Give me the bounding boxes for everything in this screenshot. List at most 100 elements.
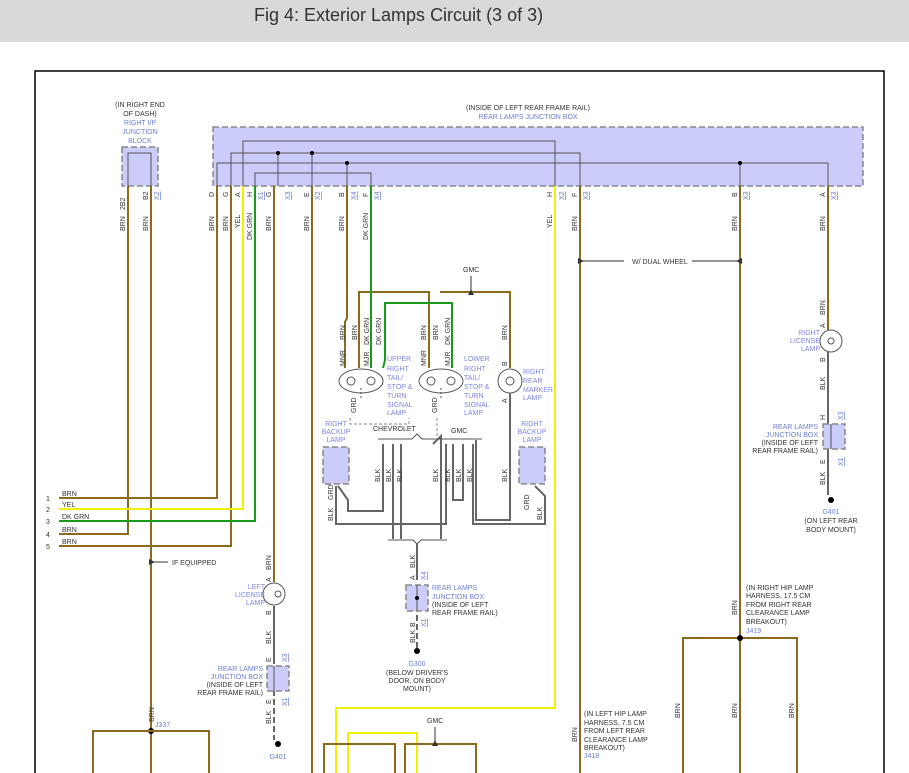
svg-text:REAR LAMPS: REAR LAMPS <box>773 424 818 431</box>
svg-text:BRN: BRN <box>223 216 230 231</box>
svg-text:BRN: BRN <box>352 325 359 340</box>
right-license-lamp: BRN A RIGHT LICENSE LAMP B BLK H X3 REAR… <box>752 300 857 534</box>
splice-j419: (IN RIGHT HIP LAMP HARNESS, 17.5 CM FROM… <box>675 585 814 718</box>
svg-text:(ON LEFT REAR: (ON LEFT REAR <box>804 518 857 525</box>
if-equipped-note: IF EQUIPPED <box>172 560 216 567</box>
gmc-label-bottom: GMC <box>427 718 443 725</box>
svg-text:E: E <box>304 192 311 197</box>
svg-text:MJR: MJR <box>445 352 452 366</box>
svg-text:BRN: BRN <box>732 216 739 231</box>
svg-text:GRD: GRD <box>328 484 335 500</box>
wire-label: BRN <box>149 707 156 722</box>
gmc-label: GMC <box>463 267 479 274</box>
svg-text:RIGHT: RIGHT <box>798 330 821 337</box>
splice-j418: (IN LEFT HIP LAMP HARNESS, 7.5 CM FROM L… <box>572 711 648 760</box>
svg-text:D: D <box>209 192 216 197</box>
svg-text:REAR FRAME RAIL): REAR FRAME RAIL) <box>197 690 263 697</box>
svg-text:X3: X3 <box>282 653 289 662</box>
svg-text:BLK: BLK <box>820 471 827 485</box>
svg-text:X1: X1 <box>838 457 845 466</box>
svg-text:X3: X3 <box>831 191 838 200</box>
svg-text:BLK: BLK <box>445 468 452 482</box>
svg-text:REAR LAMPS JUNCTION BOX: REAR LAMPS JUNCTION BOX <box>478 114 578 121</box>
svg-text:H: H <box>247 192 254 197</box>
svg-text:(INSIDE OF LEFT: (INSIDE OF LEFT <box>207 682 264 689</box>
svg-text:TAIL/: TAIL/ <box>464 375 480 382</box>
svg-text:E: E <box>820 459 827 464</box>
wiring-diagram: (IN RIGHT END OF DASH) RIGHT I/P JUNCTIO… <box>34 70 885 773</box>
wire-4 <box>59 186 129 535</box>
svg-text:REAR: REAR <box>523 378 542 385</box>
svg-text:OF DASH): OF DASH) <box>123 111 156 118</box>
svg-text:DK GRN: DK GRN <box>376 318 383 345</box>
svg-text:REAR LAMPS: REAR LAMPS <box>218 666 263 673</box>
svg-text:BLK: BLK <box>537 506 544 520</box>
svg-text:X1: X1 <box>258 191 265 200</box>
right-rear-marker-lamp: RIGHT REAR MARKER LAMP <box>475 368 553 521</box>
svg-text:BRN: BRN <box>820 216 827 231</box>
center-junction-ground-g300: BLK A X4 B X1 BLK REAR LAMPS JUNCTION BO… <box>386 544 498 693</box>
svg-text:BRN: BRN <box>62 491 77 498</box>
svg-text:REAR FRAME RAIL): REAR FRAME RAIL) <box>432 610 498 617</box>
svg-text:DK GRN: DK GRN <box>247 213 254 240</box>
svg-text:2: 2 <box>46 507 50 514</box>
svg-text:RIGHT: RIGHT <box>387 366 410 373</box>
svg-text:(INSIDE OF LEFT: (INSIDE OF LEFT <box>432 602 489 609</box>
svg-text:FROM RIGHT REAR: FROM RIGHT REAR <box>746 602 812 609</box>
svg-text:LICENSE: LICENSE <box>235 592 265 599</box>
wire-5 <box>59 186 232 547</box>
svg-text:DOOR, ON BODY: DOOR, ON BODY <box>388 678 446 685</box>
svg-text:RIGHT: RIGHT <box>325 421 348 428</box>
svg-text:BLK: BLK <box>456 468 463 482</box>
svg-text:BRN: BRN <box>572 216 579 231</box>
left-license-lamp: BRN A LEFT LICENSE LAMP B BLK E X3 REAR … <box>197 555 290 761</box>
svg-text:CLEARANCE LAMP: CLEARANCE LAMP <box>584 737 648 744</box>
svg-text:X1: X1 <box>421 618 428 627</box>
svg-text:JUNCTION BOX: JUNCTION BOX <box>766 432 818 439</box>
chevrolet-label: CHEVROLET <box>373 426 417 433</box>
svg-text:RIGHT: RIGHT <box>521 421 544 428</box>
svg-text:LOWER: LOWER <box>464 356 490 363</box>
wire-color-labels: BRN BRN BRN BRN YEL DK GRN BRN BRN BRN D… <box>120 213 827 240</box>
gmc-label: GMC <box>451 428 467 435</box>
svg-text:LAMP: LAMP <box>246 600 265 607</box>
svg-text:(IN LEFT HIP LAMP: (IN LEFT HIP LAMP <box>584 711 647 718</box>
svg-text:STOP &: STOP & <box>387 384 413 391</box>
svg-text:BRN: BRN <box>732 703 739 718</box>
svg-text:H: H <box>547 192 554 197</box>
svg-text:(IN RIGHT HIP LAMP: (IN RIGHT HIP LAMP <box>746 585 814 592</box>
svg-text:LAMP: LAMP <box>464 410 483 417</box>
svg-text:BRN: BRN <box>675 703 682 718</box>
svg-text:X1: X1 <box>282 697 289 706</box>
svg-text:BRN: BRN <box>433 325 440 340</box>
svg-text:BLK: BLK <box>820 376 827 390</box>
svg-text:X2: X2 <box>154 191 161 200</box>
svg-text:TAIL/: TAIL/ <box>387 375 403 382</box>
svg-text:YEL: YEL <box>235 215 242 228</box>
svg-text:B: B <box>410 622 417 627</box>
svg-text:BRN: BRN <box>339 216 346 231</box>
svg-text:BLK: BLK <box>410 554 417 568</box>
svg-text:JUNCTION: JUNCTION <box>122 129 157 136</box>
right-ip-junction-block: (IN RIGHT END OF DASH) RIGHT I/P JUNCTIO… <box>115 102 165 187</box>
svg-text:CLEARANCE LAMP: CLEARANCE LAMP <box>746 610 810 617</box>
svg-text:X3: X3 <box>285 191 292 200</box>
rear-lamps-junction-box: (INSIDE OF LEFT REAR FRAME RAIL) REAR LA… <box>212 105 864 187</box>
svg-text:LAMP: LAMP <box>523 395 542 402</box>
svg-text:B: B <box>502 361 509 366</box>
svg-text:J419: J419 <box>746 628 761 635</box>
svg-text:TURN: TURN <box>387 393 406 400</box>
svg-text:(INSIDE OF LEFT: (INSIDE OF LEFT <box>762 440 819 447</box>
svg-text:BRN: BRN <box>304 216 311 231</box>
svg-text:BLK: BLK <box>467 468 474 482</box>
svg-text:J418: J418 <box>584 753 599 760</box>
svg-text:GRD: GRD <box>351 397 358 413</box>
svg-text:BACKUP: BACKUP <box>322 429 351 436</box>
svg-text:G: G <box>223 192 230 197</box>
svg-text:BREAKOUT): BREAKOUT) <box>584 745 625 752</box>
svg-text:RIGHT I/P: RIGHT I/P <box>124 120 156 127</box>
svg-text:W/ DUAL WHEEL: W/ DUAL WHEEL <box>632 259 688 266</box>
svg-text:LAMP: LAMP <box>326 437 345 444</box>
svg-text:G401: G401 <box>269 754 286 761</box>
svg-text:BRN: BRN <box>62 527 77 534</box>
